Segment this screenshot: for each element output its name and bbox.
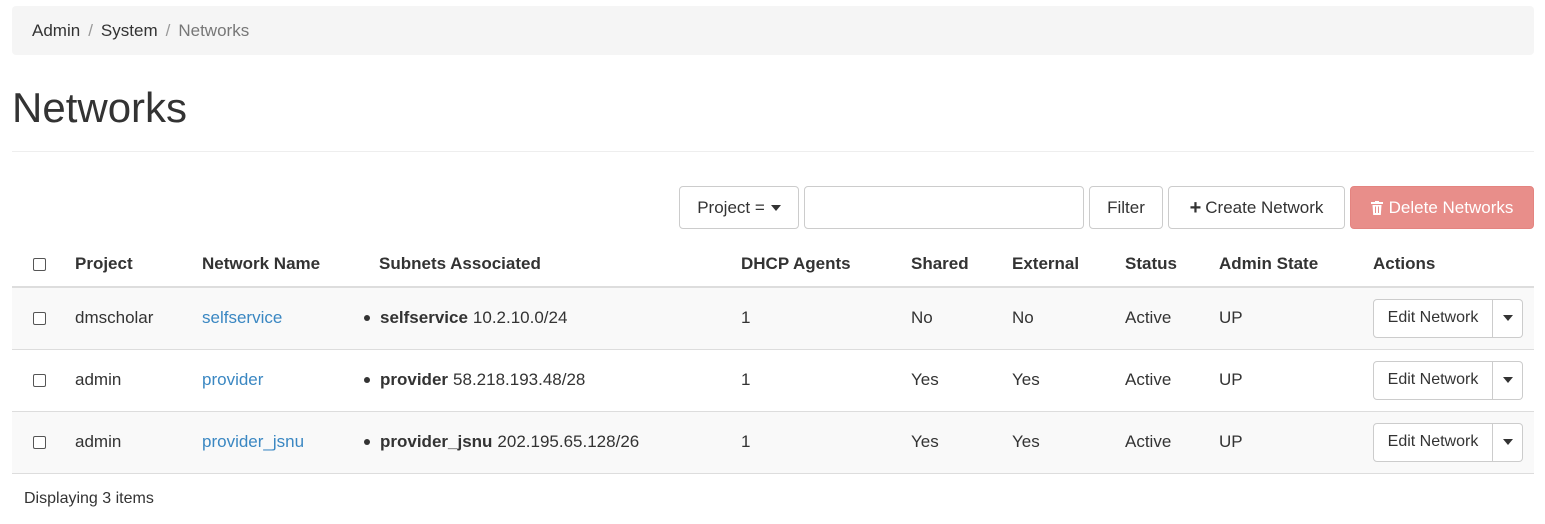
- caret-down-icon: [770, 204, 781, 211]
- caret-down-icon: [1502, 439, 1513, 445]
- external-cell: Yes: [1012, 411, 1125, 474]
- breadcrumb-item-system[interactable]: System: [101, 21, 158, 41]
- dhcp-agents-cell: 1: [741, 287, 911, 350]
- dhcp-agents-cell: 1: [741, 349, 911, 412]
- status-cell: Active: [1125, 287, 1219, 350]
- bullet-icon: [364, 439, 370, 445]
- column-header-admin-state[interactable]: Admin State: [1219, 241, 1373, 288]
- row-action-group: Edit Network: [1373, 360, 1534, 400]
- column-header-subnets[interactable]: Subnets Associated: [379, 241, 741, 288]
- row-checkbox[interactable]: [33, 436, 46, 450]
- row-action-group: Edit Network: [1373, 298, 1534, 338]
- column-header-network-name[interactable]: Network Name: [202, 241, 379, 288]
- breadcrumb-item-current: Networks: [178, 20, 250, 40]
- column-header-dhcp-agents[interactable]: DHCP Agents: [741, 241, 911, 288]
- caret-down-icon: [1502, 377, 1513, 383]
- column-header-project[interactable]: Project: [75, 241, 202, 288]
- row-actions-dropdown[interactable]: [1493, 298, 1523, 338]
- subnet-name: provider_jsnu: [380, 432, 493, 451]
- table-row: admin provider provider 58.218.193.48/28 …: [12, 349, 1534, 412]
- delete-networks-label: Delete Networks: [1388, 197, 1514, 217]
- shared-cell: Yes: [911, 411, 1012, 474]
- trash-icon: [1370, 200, 1383, 215]
- row-actions-dropdown[interactable]: [1493, 360, 1523, 400]
- plus-icon: +: [1189, 196, 1202, 219]
- row-actions-dropdown[interactable]: [1493, 422, 1523, 462]
- filter-input[interactable]: [804, 186, 1084, 229]
- admin-state-cell: UP: [1219, 411, 1373, 474]
- table-header-row: Project Network Name Subnets Associated …: [12, 241, 1534, 288]
- admin-state-cell: UP: [1219, 349, 1373, 412]
- edit-network-button[interactable]: Edit Network: [1373, 298, 1493, 338]
- table-row: dmscholar selfservice selfservice 10.2.10…: [12, 287, 1534, 350]
- network-name-link[interactable]: selfservice: [202, 308, 282, 327]
- edit-network-button[interactable]: Edit Network: [1373, 422, 1493, 462]
- subnet-cidr: 10.2.10.0/24: [472, 308, 568, 328]
- external-cell: Yes: [1012, 349, 1125, 412]
- select-all-checkbox[interactable]: [33, 257, 46, 271]
- shared-cell: No: [911, 287, 1012, 350]
- column-header-status[interactable]: Status: [1125, 241, 1219, 288]
- row-checkbox[interactable]: [33, 312, 46, 326]
- status-cell: Active: [1125, 349, 1219, 412]
- subnet-cidr: 58.218.193.48/28: [453, 370, 586, 389]
- project-filter-label: Project =: [697, 197, 765, 217]
- project-filter-select[interactable]: Project =: [679, 186, 799, 229]
- subnet-name: selfservice: [380, 308, 468, 328]
- table-footer-count: Displaying 3 items: [24, 490, 154, 507]
- column-header-actions: Actions: [1373, 241, 1534, 288]
- project-cell: admin: [75, 411, 202, 474]
- subnet-name: provider: [380, 370, 449, 389]
- breadcrumb: Admin / System / Networks: [12, 6, 1534, 55]
- network-name-link[interactable]: provider_jsnu: [202, 432, 304, 451]
- column-header-shared[interactable]: Shared: [911, 241, 1012, 288]
- dhcp-agents-cell: 1: [741, 411, 911, 474]
- edit-network-button[interactable]: Edit Network: [1373, 360, 1493, 400]
- network-name-link[interactable]: provider: [202, 370, 263, 389]
- bullet-icon: [364, 377, 370, 383]
- title-divider: [12, 151, 1534, 152]
- shared-cell: Yes: [911, 349, 1012, 412]
- admin-state-cell: UP: [1219, 287, 1373, 350]
- filter-button[interactable]: Filter: [1089, 186, 1163, 229]
- row-checkbox[interactable]: [33, 374, 46, 388]
- breadcrumb-item-admin[interactable]: Admin: [32, 21, 80, 41]
- create-network-label: Create Network: [1205, 197, 1324, 217]
- subnet-cell: provider_jsnu 202.195.65.128/26: [364, 432, 741, 452]
- table-toolbar: Project = Filter + Create Network Delete…: [0, 186, 1545, 229]
- project-cell: admin: [75, 349, 202, 412]
- breadcrumb-separator: /: [88, 20, 93, 40]
- subnet-cidr: 202.195.65.128/26: [497, 432, 640, 451]
- row-action-group: Edit Network: [1373, 422, 1534, 462]
- select-all-header: [12, 241, 75, 288]
- status-cell: Active: [1125, 411, 1219, 474]
- filter-button-label: Filter: [1107, 197, 1145, 217]
- caret-down-icon: [1502, 315, 1513, 322]
- external-cell: No: [1012, 287, 1125, 350]
- networks-table: Project Network Name Subnets Associated …: [12, 241, 1534, 474]
- subnet-cell: provider 58.218.193.48/28: [364, 370, 741, 390]
- delete-networks-button[interactable]: Delete Networks: [1350, 186, 1534, 229]
- column-header-external[interactable]: External: [1012, 241, 1125, 288]
- subnet-cell: selfservice 10.2.10.0/24: [364, 308, 741, 328]
- page-title: Networks: [12, 84, 188, 131]
- project-cell: dmscholar: [75, 287, 202, 350]
- create-network-button[interactable]: + Create Network: [1168, 186, 1345, 229]
- table-row: admin provider_jsnu provider_jsnu 202.195…: [12, 411, 1534, 474]
- breadcrumb-separator: /: [165, 20, 171, 40]
